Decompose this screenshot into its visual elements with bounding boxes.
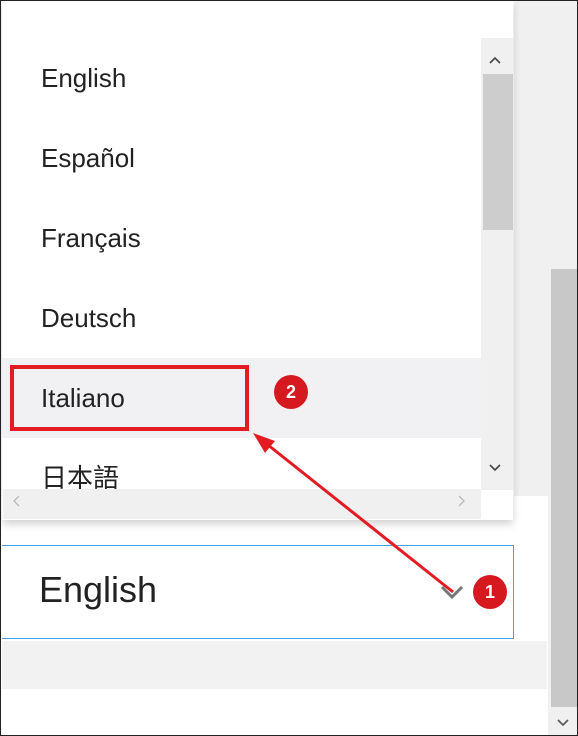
language-option-english[interactable]: English	[2, 38, 482, 118]
page-scrollbar-thumb[interactable]	[551, 269, 577, 707]
page-side-panel	[514, 1, 548, 496]
language-option-espanol[interactable]: Español	[2, 118, 482, 198]
chevron-down-icon[interactable]	[485, 458, 505, 478]
language-option-francais[interactable]: Français	[2, 198, 482, 278]
chevron-left-icon[interactable]	[6, 492, 26, 516]
form-footer-band	[2, 641, 547, 689]
chevron-up-icon[interactable]	[485, 50, 505, 70]
language-select-value: English	[39, 569, 158, 610]
step-1-badge: 1	[473, 575, 507, 609]
chevron-down-icon[interactable]	[437, 577, 467, 607]
dropdown-scrollbar-thumb[interactable]	[483, 74, 513, 230]
language-dropdown-list: English Español Français Deutsch Italian…	[2, 2, 513, 520]
dropdown-horizontal-scrollbar[interactable]	[3, 489, 481, 519]
step-2-badge: 2	[274, 375, 308, 409]
chevron-right-icon[interactable]	[452, 492, 472, 516]
language-option-deutsch[interactable]: Deutsch	[2, 278, 482, 358]
italiano-highlight-box	[10, 365, 249, 431]
page-scroll-down-icon[interactable]	[553, 713, 573, 733]
screenshot-frame: English English Español Français Deutsch…	[0, 0, 578, 736]
